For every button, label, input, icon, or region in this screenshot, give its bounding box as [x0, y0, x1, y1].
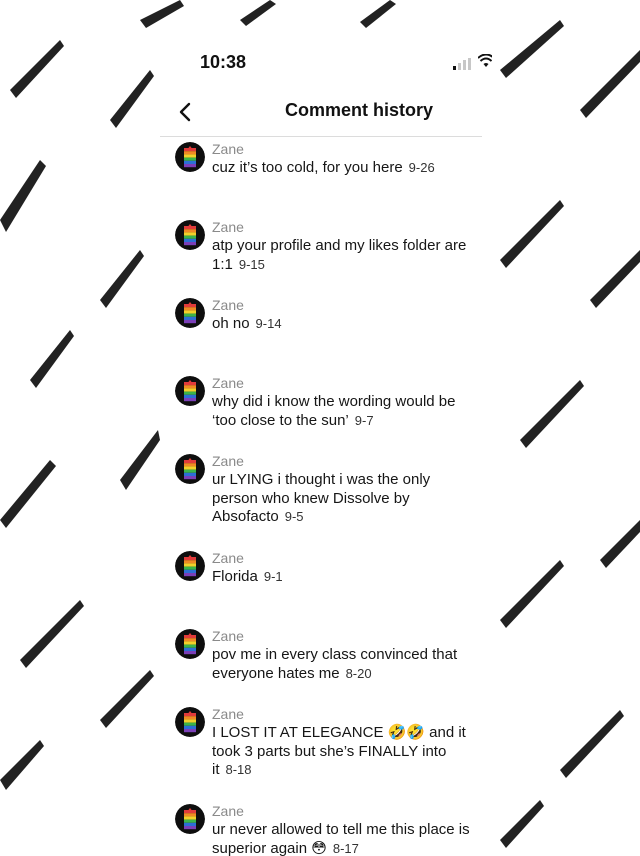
avatar[interactable]	[175, 298, 205, 328]
comment-body: cuz it’s too cold, for you here	[212, 159, 403, 176]
comment-username[interactable]: Zane	[212, 141, 244, 157]
avatar[interactable]	[175, 220, 205, 250]
comment-text: atp your profile and my likes folder are…	[212, 237, 472, 274]
phone-screen: 10:38 Comment history Zane cuz it’s too c…	[160, 36, 492, 856]
page-title: Comment history	[284, 100, 434, 120]
comment-date: 9-15	[238, 256, 265, 272]
comment-text: pov me in every class convinced that eve…	[212, 646, 472, 683]
navigation-bar: Comment history	[160, 88, 482, 137]
avatar[interactable]	[175, 551, 205, 581]
wifi-icon	[478, 54, 492, 67]
comment-date: 8-20	[345, 665, 372, 681]
comment-body: why did i know the wording would be ‘too…	[212, 393, 456, 429]
comment-body: pov me in every class convinced that eve…	[212, 646, 458, 682]
comment-date: 9-7	[354, 412, 374, 428]
comment-username[interactable]: Zane	[212, 375, 244, 391]
comment-text: ur LYING i thought i was the only person…	[212, 471, 472, 527]
comment-date: 8-18	[225, 762, 252, 777]
comment-username[interactable]: Zane	[212, 628, 244, 644]
comment-text: ur never allowed to tell me this place i…	[212, 821, 472, 856]
comment-body: oh no	[212, 315, 250, 332]
avatar[interactable]	[175, 376, 205, 406]
status-bar: 10:38	[160, 36, 492, 88]
comment-text: oh no 9-14	[212, 315, 472, 334]
comment-username[interactable]: Zane	[212, 706, 244, 722]
comment-text: why did i know the wording would be ‘too…	[212, 393, 472, 430]
comment-date: 9-1	[263, 569, 283, 584]
avatar[interactable]	[175, 454, 205, 484]
comment-date: 8-17	[332, 840, 359, 856]
comment-username[interactable]: Zane	[212, 453, 244, 469]
avatar[interactable]	[175, 707, 205, 737]
comment-body: ur LYING i thought i was the only person…	[212, 471, 431, 525]
comment-username[interactable]: Zane	[212, 297, 244, 313]
comment-text: Florida 9-1	[212, 568, 472, 587]
status-time: 10:38	[200, 52, 247, 72]
comment-text: I LOST IT AT ELEGANCE 🤣🤣 and it took 3 p…	[212, 724, 472, 780]
avatar[interactable]	[175, 142, 205, 172]
comment-username[interactable]: Zane	[212, 550, 244, 566]
comment-date: 9-5	[284, 509, 304, 524]
avatar[interactable]	[175, 629, 205, 659]
comment-date: 9-26	[408, 160, 435, 175]
comment-text: cuz it’s too cold, for you here 9-26	[212, 159, 472, 178]
comment-body: Florida	[212, 568, 258, 585]
comment-username[interactable]: Zane	[212, 803, 244, 819]
signal-icon	[453, 58, 471, 70]
comment-date: 9-14	[255, 316, 282, 331]
avatar[interactable]	[175, 804, 205, 834]
comment-username[interactable]: Zane	[212, 219, 244, 235]
